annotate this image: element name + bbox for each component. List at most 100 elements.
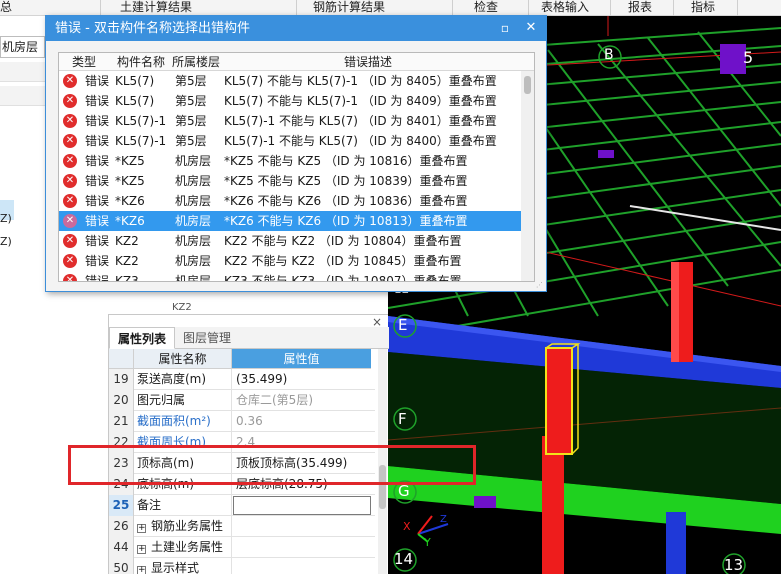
property-group-row[interactable]: 44 + 土建业务属性 bbox=[109, 537, 375, 558]
error-description: KZ2 不能与 KZ2 （ID 为 10804）重叠布置 bbox=[224, 234, 462, 248]
column-red-face bbox=[671, 262, 679, 362]
error-row[interactable]: ✕ 错误 *KZ5 机房层 *KZ5 不能与 KZ5 （ID 为 10816）重… bbox=[59, 151, 521, 171]
error-row[interactable]: ✕ 错误 *KZ6 机房层 *KZ6 不能与 KZ6 （ID 为 10836）重… bbox=[59, 191, 521, 211]
error-dialog: 错误 - 双击构件名称选择出错构件 ▫ ✕ 类型 构件名称 所属楼层 错误描述 … bbox=[45, 15, 547, 292]
floor-name: 机房层 bbox=[175, 194, 212, 208]
error-icon: ✕ bbox=[63, 254, 77, 268]
error-description: *KZ5 不能与 KZ5 （ID 为 10816）重叠布置 bbox=[224, 154, 468, 168]
header-index bbox=[109, 349, 134, 369]
error-row[interactable]: ✕ 错误 KL5(7) 第5层 KL5(7) 不能与 KL5(7)-1 （ID … bbox=[59, 91, 521, 111]
property-row[interactable]: 21 截面面积(m²) 0.36 bbox=[109, 411, 375, 432]
remark-input[interactable] bbox=[233, 496, 371, 515]
menu-item-rebar-results[interactable]: 钢筋计算结果 bbox=[313, 0, 385, 16]
menu-item-table-input[interactable]: 表格输入 bbox=[541, 0, 589, 16]
header-property-value: 属性值 bbox=[232, 349, 371, 369]
menu-separator bbox=[673, 0, 674, 16]
floor-tab[interactable]: 机房层 bbox=[0, 36, 45, 58]
property-name: 备注 bbox=[137, 495, 232, 516]
component-name[interactable]: KZ2 bbox=[115, 231, 139, 251]
error-type: 错误 bbox=[85, 214, 110, 228]
error-row[interactable]: ✕ 错误 KZ2 机房层 KZ2 不能与 KZ2 （ID 为 10845）重叠布… bbox=[59, 251, 521, 271]
component-name[interactable]: KL5(7) bbox=[115, 71, 154, 91]
property-value: 0.36 bbox=[236, 414, 263, 428]
menu-item-check[interactable]: 检查 bbox=[474, 0, 498, 16]
error-description: KZ2 不能与 KZ2 （ID 为 10845）重叠布置 bbox=[224, 254, 462, 268]
maximize-icon[interactable]: ▫ bbox=[493, 16, 517, 41]
property-value[interactable]: (35.499) bbox=[236, 369, 371, 390]
error-row[interactable]: ✕ 错误 KZ2 机房层 KZ2 不能与 KZ2 （ID 为 10804）重叠布… bbox=[59, 231, 521, 251]
component-name[interactable]: KL5(7)-1 bbox=[115, 111, 166, 131]
menu-item-civil-results[interactable]: 土建计算结果 bbox=[120, 0, 192, 16]
error-row[interactable]: ✕ 错误 KZ3 机房层 KZ3 不能与 KZ3 （ID 为 10807）重叠布… bbox=[59, 271, 521, 282]
property-row[interactable]: 19 泵送高度(m) (35.499) bbox=[109, 369, 375, 390]
error-row-selected[interactable]: ✕ 错误 *KZ6 机房层 *KZ6 不能与 KZ6 （ID 为 10813）重… bbox=[59, 211, 521, 231]
error-description: *KZ6 不能与 KZ6 （ID 为 10836）重叠布置 bbox=[224, 194, 468, 208]
error-icon: ✕ bbox=[63, 134, 77, 148]
error-type: 错误 bbox=[85, 134, 110, 148]
menu-separator bbox=[452, 0, 453, 16]
error-description: KL5(7)-1 不能与 KL5(7) （ID 为 8400）重叠布置 bbox=[224, 134, 497, 148]
menu-separator bbox=[528, 0, 529, 16]
error-icon: ✕ bbox=[63, 174, 77, 188]
expand-icon[interactable]: + bbox=[137, 524, 146, 533]
floor-name: 第5层 bbox=[175, 94, 207, 108]
scrollbar-thumb[interactable] bbox=[524, 76, 531, 94]
tab-layer-management[interactable]: 图层管理 bbox=[175, 327, 239, 349]
component-name[interactable]: *KZ6 bbox=[115, 191, 145, 211]
close-icon[interactable]: ✕ bbox=[519, 16, 543, 41]
coordinate-axes-icon: X Y Z bbox=[403, 514, 449, 549]
floor-name: 机房层 bbox=[175, 234, 212, 248]
error-description: KZ3 不能与 KZ3 （ID 为 10807）重叠布置 bbox=[224, 274, 462, 282]
svg-text:Z: Z bbox=[440, 514, 447, 525]
error-type: 错误 bbox=[85, 274, 110, 282]
component-name[interactable]: KL5(7)-1 bbox=[115, 131, 166, 151]
floor-name: 机房层 bbox=[175, 254, 212, 268]
axis-label-14: 14 bbox=[394, 550, 414, 568]
row-number: 20 bbox=[109, 390, 134, 411]
error-icon: ✕ bbox=[63, 94, 77, 108]
header-floor: 所属楼层 bbox=[172, 55, 221, 69]
property-group-label: 钢筋业务属性 bbox=[151, 519, 224, 533]
left-panel-strip bbox=[0, 62, 45, 82]
menu-item-overview[interactable]: 总 bbox=[0, 0, 12, 16]
component-name[interactable]: KZ2 bbox=[115, 251, 139, 271]
component-name[interactable]: KZ3 bbox=[115, 271, 139, 281]
error-row[interactable]: ✕ 错误 *KZ5 机房层 *KZ5 不能与 KZ5 （ID 为 10839）重… bbox=[59, 171, 521, 191]
resize-grip-icon[interactable]: ⋰ bbox=[536, 281, 544, 289]
component-name[interactable]: *KZ6 bbox=[115, 211, 145, 231]
error-list-scrollbar[interactable] bbox=[521, 71, 534, 281]
column-red-front[interactable] bbox=[542, 436, 564, 574]
expand-icon[interactable]: + bbox=[137, 545, 146, 554]
menu-item-indicators[interactable]: 指标 bbox=[691, 0, 715, 16]
axis-label-f: F bbox=[398, 410, 407, 428]
column-selected[interactable] bbox=[546, 348, 572, 454]
floor-name: 机房层 bbox=[175, 154, 212, 168]
axis-label-5: 5 bbox=[743, 48, 754, 67]
property-name: 图元归属 bbox=[137, 390, 232, 411]
property-group-label: 土建业务属性 bbox=[151, 540, 224, 554]
property-row-remark[interactable]: 25 备注 bbox=[109, 495, 375, 516]
error-icon: ✕ bbox=[63, 154, 77, 168]
error-row[interactable]: ✕ 错误 KL5(7) 第5层 KL5(7) 不能与 KL5(7)-1 （ID … bbox=[59, 71, 521, 91]
error-row[interactable]: ✕ 错误 KL5(7)-1 第5层 KL5(7)-1 不能与 KL5(7) （I… bbox=[59, 131, 521, 151]
property-group-row[interactable]: 50 + 显示样式 bbox=[109, 558, 375, 574]
menu-item-reports[interactable]: 报表 bbox=[628, 0, 652, 16]
property-grid-header: 属性名称 属性值 bbox=[109, 349, 375, 369]
column-blue[interactable] bbox=[666, 512, 686, 574]
header-type: 类型 bbox=[72, 55, 97, 69]
property-row[interactable]: 20 图元归属 仓库二(第5层) bbox=[109, 390, 375, 411]
expand-icon[interactable]: + bbox=[137, 566, 146, 574]
error-row[interactable]: ✕ 错误 KL5(7)-1 第5层 KL5(7)-1 不能与 KL5(7) （I… bbox=[59, 111, 521, 131]
property-group-row[interactable]: 26 + 钢筋业务属性 bbox=[109, 516, 375, 537]
header-error-desc: 错误描述 bbox=[344, 55, 393, 69]
component-name[interactable]: KL5(7) bbox=[115, 91, 154, 111]
component-list-item[interactable]: KZ2 bbox=[172, 302, 192, 313]
error-list-header: 类型 构件名称 所属楼层 错误描述 bbox=[59, 53, 534, 71]
error-description: KL5(7)-1 不能与 KL5(7) （ID 为 8401）重叠布置 bbox=[224, 114, 497, 128]
row-number: 19 bbox=[109, 369, 134, 390]
menu-separator bbox=[610, 0, 611, 16]
error-icon: ✕ bbox=[63, 274, 77, 281]
component-name[interactable]: *KZ5 bbox=[115, 171, 145, 191]
component-name[interactable]: *KZ5 bbox=[115, 151, 145, 171]
tab-property-list[interactable]: 属性列表 bbox=[109, 327, 176, 349]
